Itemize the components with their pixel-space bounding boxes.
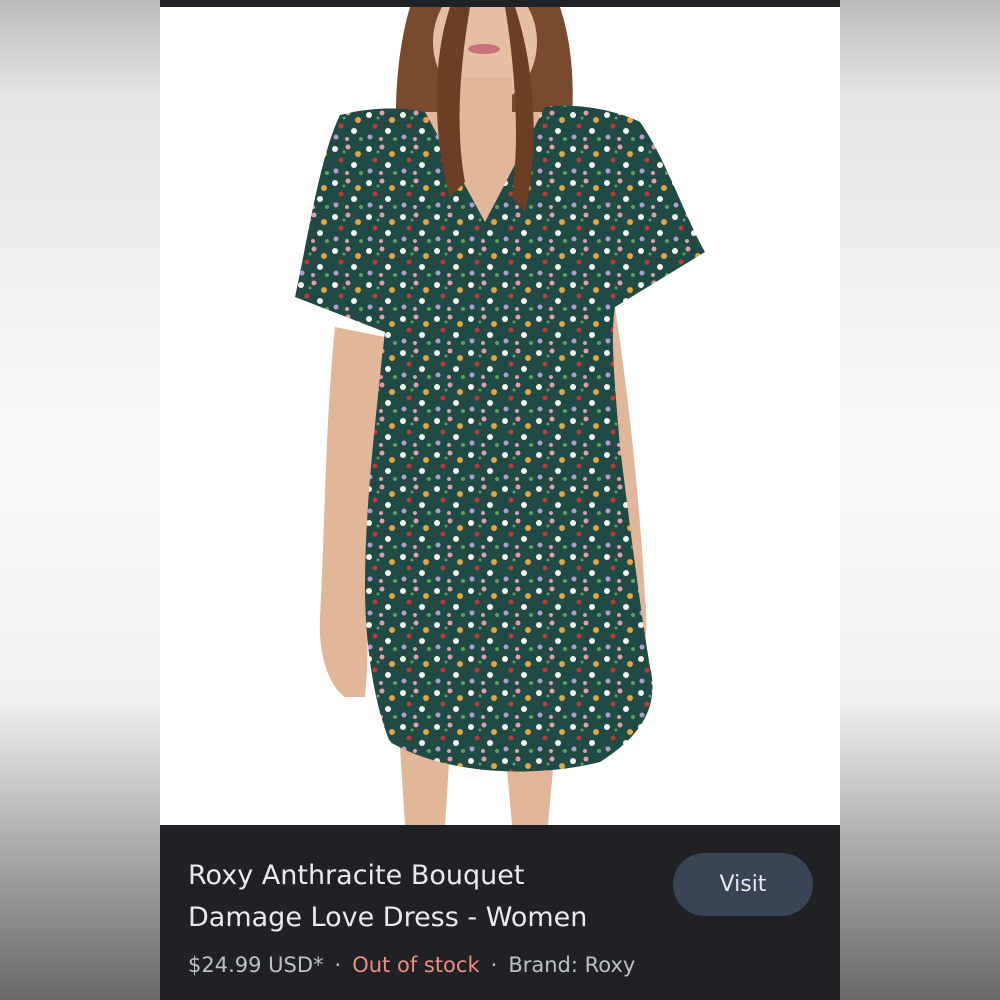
separator-dot: ·	[490, 953, 498, 977]
brand: Brand: Roxy	[508, 953, 636, 977]
product-image[interactable]	[160, 7, 840, 825]
product-title[interactable]: Roxy Anthracite Bouquet Damage Love Dres…	[188, 855, 648, 939]
product-meta: $24.99 USD* · Out of stock · Brand: Roxy	[188, 953, 635, 977]
price: $24.99 USD*	[188, 953, 324, 977]
product-info-card: Roxy Anthracite Bouquet Damage Love Dres…	[160, 825, 840, 1000]
separator-dot: ·	[334, 953, 342, 977]
blurred-background-left	[0, 0, 160, 1000]
visit-button[interactable]: Visit	[673, 853, 813, 916]
top-bar	[160, 0, 840, 7]
product-title-line-1[interactable]: Roxy Anthracite Bouquet	[188, 860, 524, 891]
stock-status: Out of stock	[352, 953, 480, 977]
product-panel: Roxy Anthracite Bouquet Damage Love Dres…	[160, 0, 840, 1000]
blurred-background-right	[840, 0, 1000, 1000]
product-title-line-2[interactable]: Damage Love Dress - Women	[188, 902, 587, 933]
